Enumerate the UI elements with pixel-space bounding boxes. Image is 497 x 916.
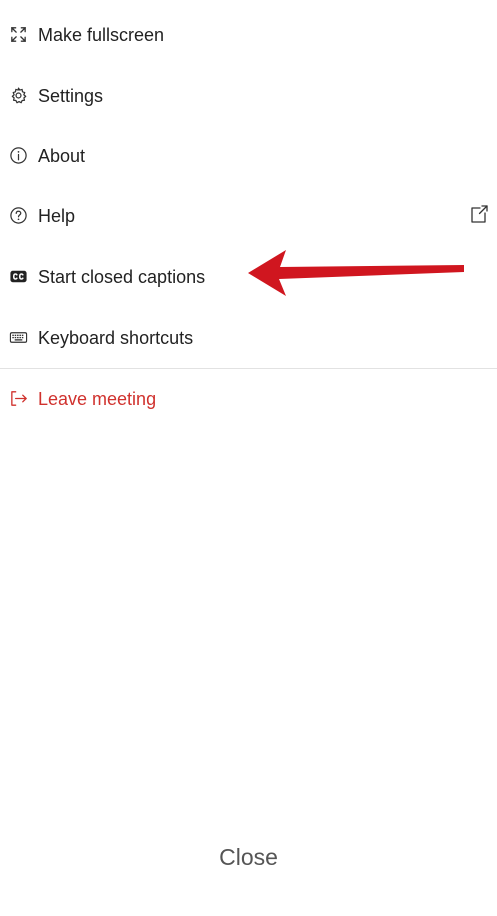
- menu-item-make-fullscreen[interactable]: Make fullscreen: [0, 15, 497, 55]
- closed-captions-icon: [10, 270, 27, 283]
- close-button[interactable]: Close: [0, 835, 497, 879]
- menu-item-help[interactable]: Help: [0, 196, 497, 236]
- menu-item-label: Leave meeting: [38, 389, 157, 409]
- menu-divider: [0, 368, 497, 369]
- menu-item-label: Start closed captions: [38, 267, 206, 287]
- menu-item-settings[interactable]: Settings: [0, 76, 497, 116]
- menu-item-keyboard-shortcuts[interactable]: Keyboard shortcuts: [0, 318, 497, 358]
- external-link-icon: [471, 205, 488, 223]
- keyboard-icon: [9, 332, 28, 343]
- help-icon: [10, 207, 27, 224]
- menu-item-label: Keyboard shortcuts: [38, 328, 194, 348]
- info-icon: [10, 147, 27, 164]
- menu-item-label: Make fullscreen: [38, 25, 165, 45]
- menu-item-label: Help: [38, 206, 76, 226]
- leave-icon: [11, 391, 27, 406]
- menu-item-label: About: [38, 146, 86, 166]
- menu-item-leave-meeting[interactable]: Leave meeting: [0, 379, 497, 419]
- menu-item-label: Settings: [38, 86, 104, 106]
- gear-icon: [11, 87, 27, 104]
- annotation-arrow-icon: [248, 250, 464, 296]
- menu-item-about[interactable]: About: [0, 136, 497, 176]
- fullscreen-icon: [11, 27, 26, 42]
